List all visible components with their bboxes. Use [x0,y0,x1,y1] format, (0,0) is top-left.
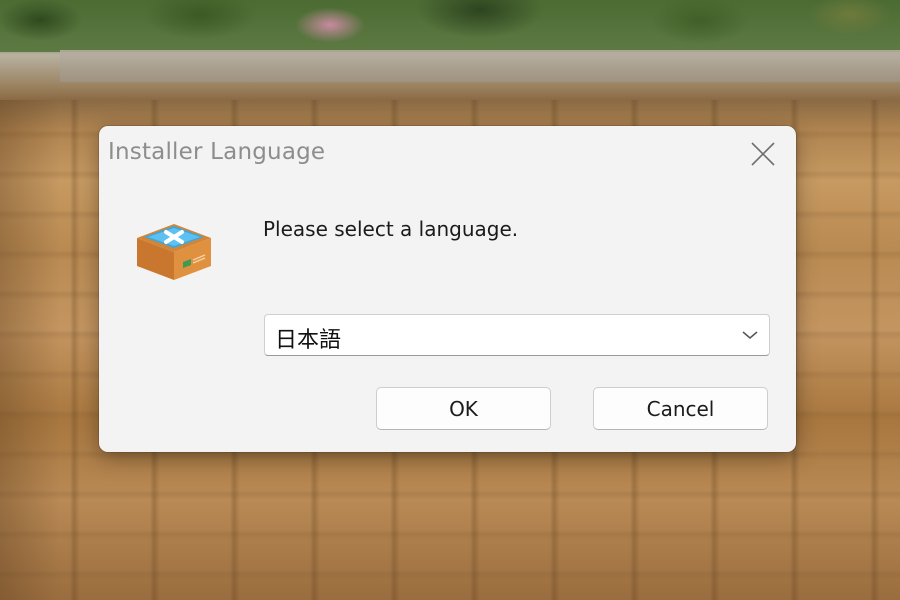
ok-button[interactable]: OK [376,387,551,430]
cancel-button[interactable]: Cancel [593,387,768,430]
installer-language-dialog: Installer Language Please select a langu… [99,126,796,452]
close-icon [751,142,775,166]
language-select-value: 日本語 [275,328,342,353]
dialog-titlebar[interactable]: Installer Language [99,126,796,180]
wallpaper-wall [60,50,900,82]
installer-box-icon [137,224,211,280]
close-button[interactable] [740,134,786,174]
select-language-prompt: Please select a language. [263,217,519,241]
dialog-title: Installer Language [108,139,326,165]
language-select[interactable]: 日本語 [264,314,770,356]
chevron-down-icon [742,331,758,339]
wallpaper-vegetation [0,0,900,52]
